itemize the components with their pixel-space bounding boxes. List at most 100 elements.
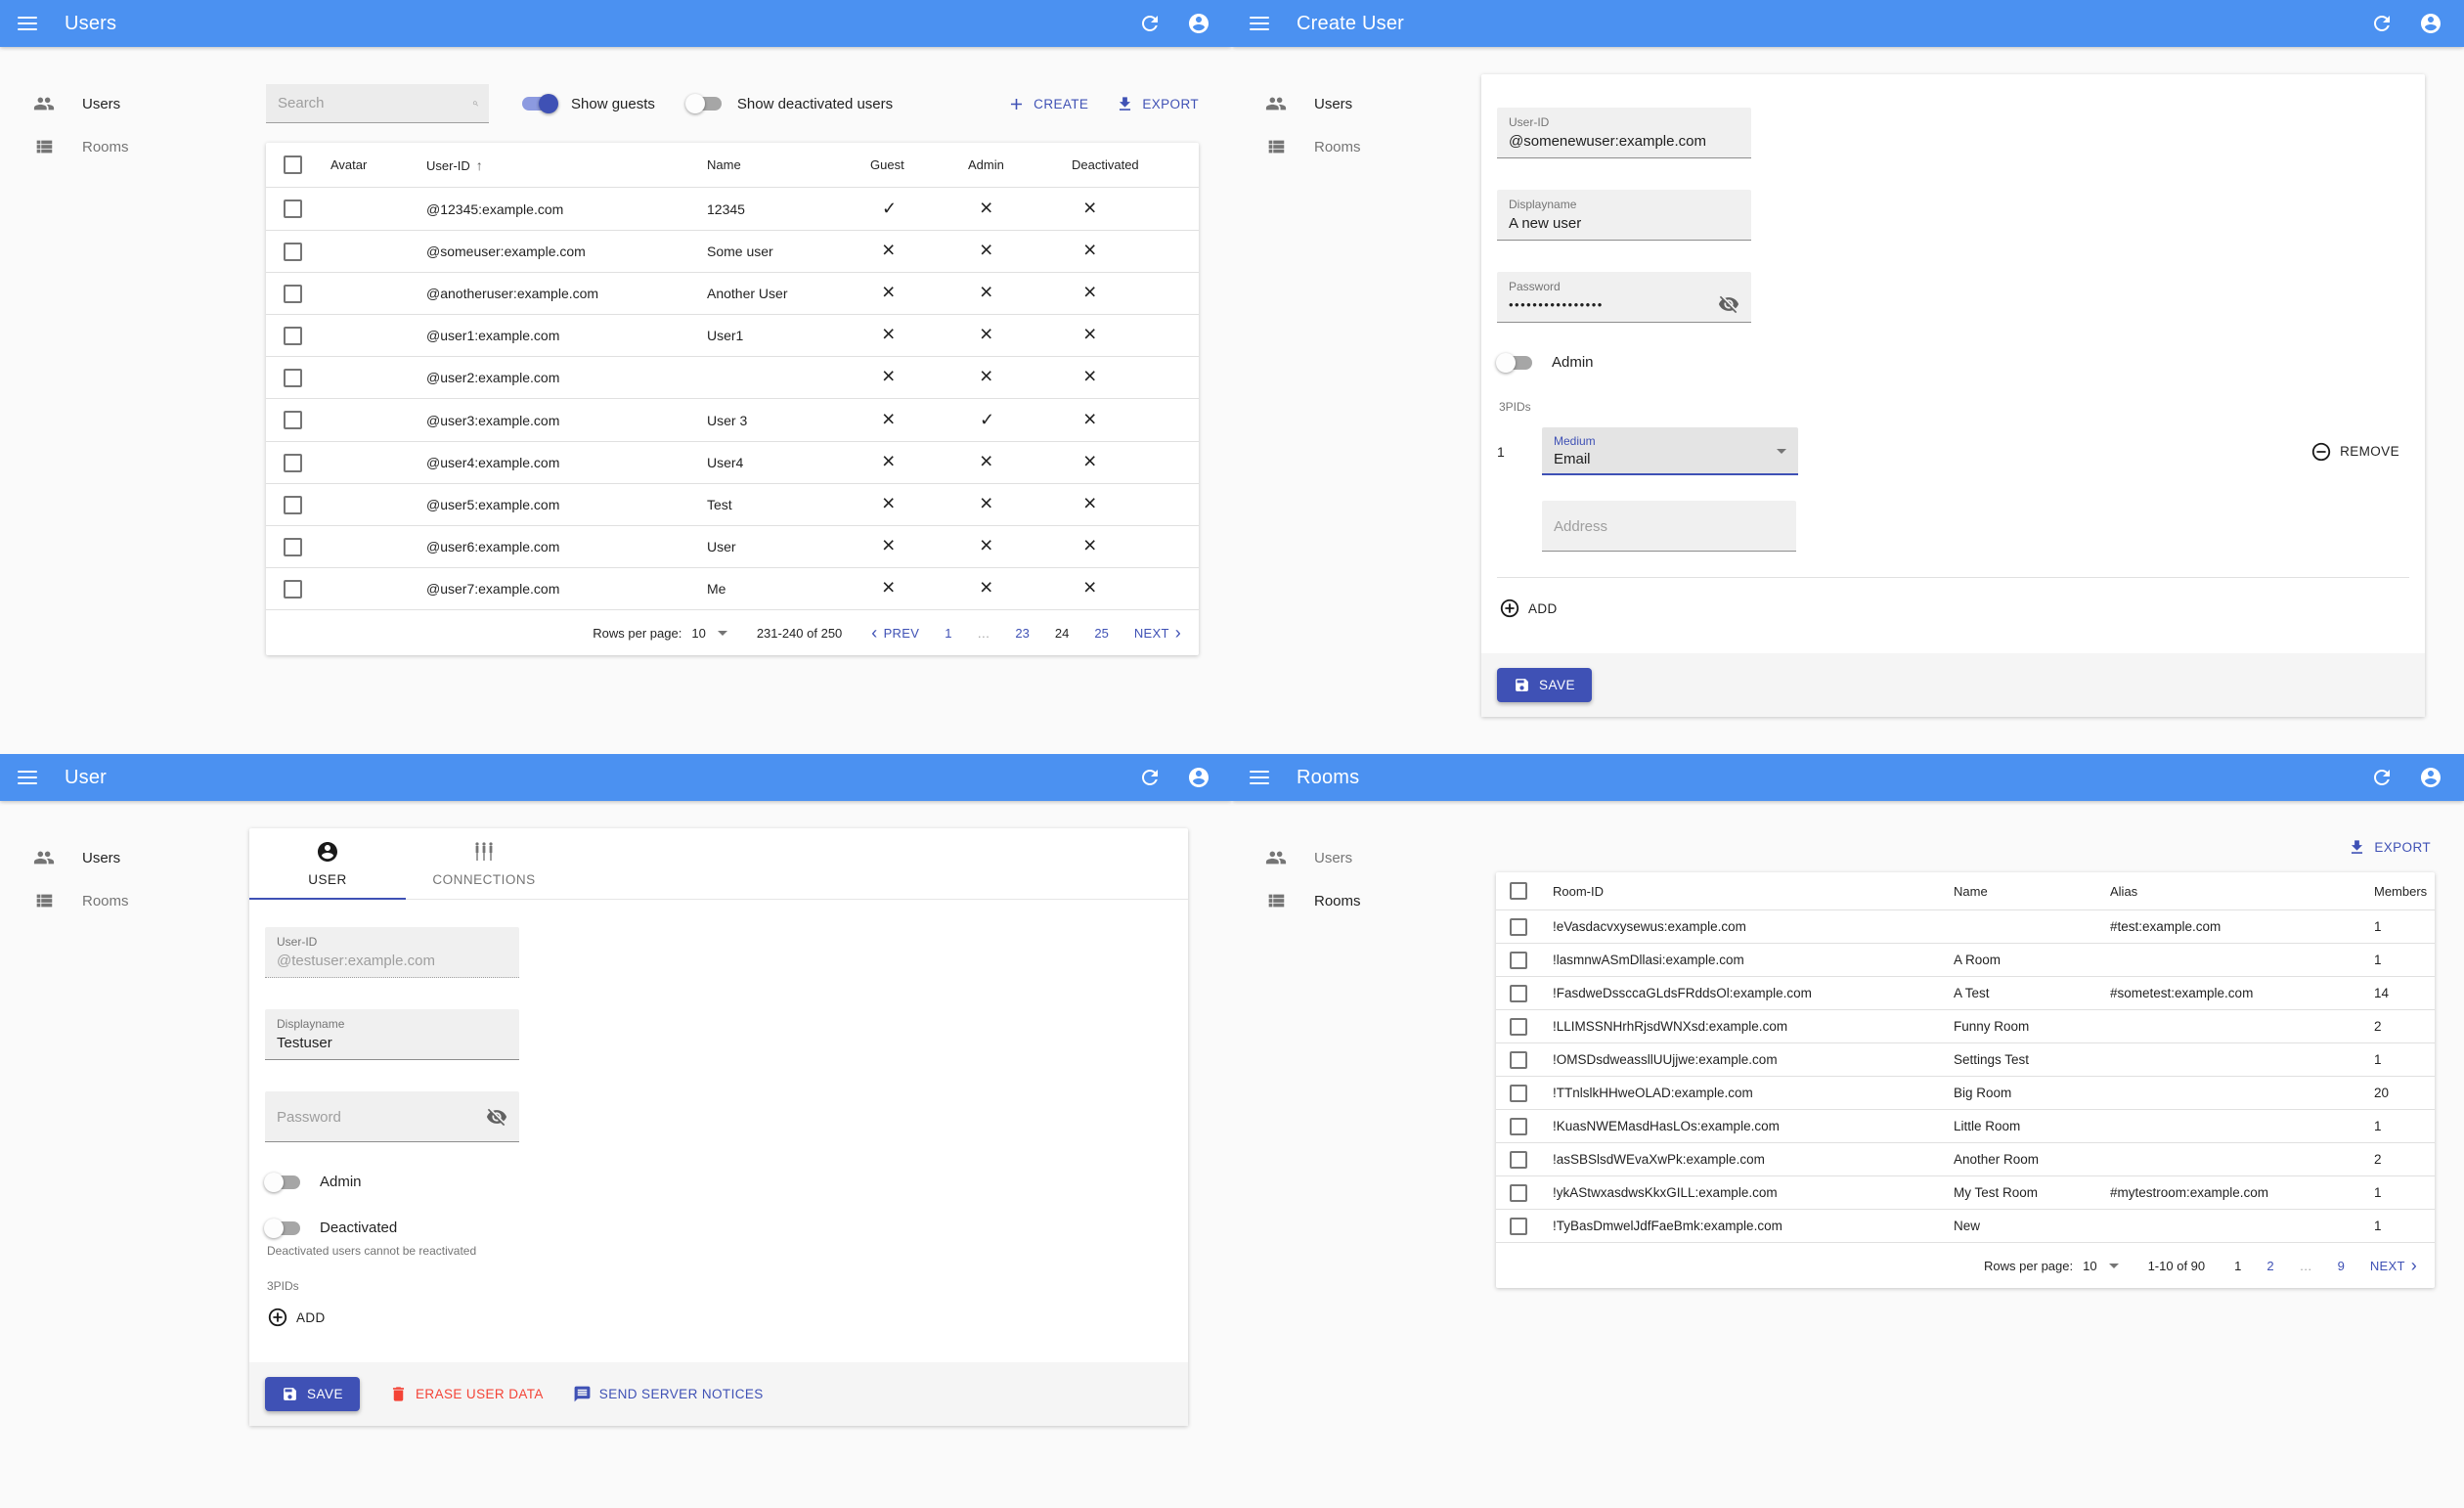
row-checkbox[interactable]: [284, 242, 302, 261]
send-server-notices-button[interactable]: SEND SERVER NOTICES: [573, 1385, 764, 1403]
row-checkbox[interactable]: [1510, 984, 1527, 1002]
add-threepid-button[interactable]: ADD: [1499, 598, 1558, 619]
show-guests-toggle[interactable]: [522, 94, 558, 113]
account-circle-icon[interactable]: [2419, 766, 2442, 789]
prev-button[interactable]: ‹ PREV: [871, 624, 919, 642]
row-checkbox[interactable]: [1510, 1017, 1527, 1036]
password-field[interactable]: Password ••••••••••••••••: [1497, 272, 1751, 323]
visibility-off-icon[interactable]: [486, 1106, 507, 1128]
table-row[interactable]: !ykAStwxasdwsKkxGILL:example.com My Test …: [1496, 1175, 2435, 1210]
visibility-off-icon[interactable]: [1718, 293, 1739, 315]
rows-per-page-select[interactable]: Rows per page: 10: [1984, 1259, 2119, 1273]
export-button[interactable]: EXPORT: [1116, 95, 1199, 113]
medium-select[interactable]: Medium Email: [1542, 427, 1798, 475]
refresh-icon[interactable]: [2370, 766, 2394, 789]
create-button[interactable]: CREATE: [1007, 95, 1088, 113]
row-checkbox[interactable]: [284, 537, 302, 556]
admin-toggle[interactable]: [264, 1172, 300, 1192]
table-row[interactable]: @12345:example.com 12345 ✓ × ×: [266, 187, 1199, 231]
tab-user[interactable]: USER: [249, 828, 406, 899]
row-checkbox[interactable]: [1510, 1150, 1527, 1169]
table-row[interactable]: !OMSDsdweassllUUjjwe:example.com Settings…: [1496, 1042, 2435, 1077]
table-row[interactable]: @user7:example.com Me × × ×: [266, 567, 1199, 610]
address-field[interactable]: Address: [1542, 501, 1796, 552]
refresh-icon[interactable]: [1138, 12, 1162, 35]
save-button[interactable]: SAVE: [1497, 668, 1593, 702]
sidebar-item-rooms[interactable]: Rooms: [0, 879, 235, 922]
hamburger-menu-icon[interactable]: [18, 771, 37, 784]
table-row[interactable]: !LLIMSSNHrhRjsdWNXsd:example.com Funny Ro…: [1496, 1009, 2435, 1043]
rows-per-page-select[interactable]: Rows per page: 10: [593, 626, 727, 641]
table-row[interactable]: !asSBSlsdWEvaXwPk:example.com Another Roo…: [1496, 1142, 2435, 1176]
select-all-checkbox[interactable]: [284, 155, 302, 174]
column-header-members[interactable]: Members: [2366, 872, 2435, 910]
column-header-guest[interactable]: Guest: [862, 143, 960, 188]
row-checkbox[interactable]: [1510, 1117, 1527, 1135]
column-header-name[interactable]: Name: [699, 143, 862, 188]
page-number[interactable]: 23: [1015, 626, 1029, 641]
hamburger-menu-icon[interactable]: [18, 17, 37, 30]
sidebar-item-rooms[interactable]: Rooms: [1232, 879, 1467, 922]
row-checkbox[interactable]: [284, 495, 302, 514]
table-row[interactable]: @user3:example.com User 3 × ✓ ×: [266, 398, 1199, 442]
next-button[interactable]: NEXT ›: [2370, 1257, 2417, 1274]
column-header-alias[interactable]: Alias: [2102, 872, 2366, 910]
page-number[interactable]: 9: [2338, 1259, 2345, 1273]
tab-connections[interactable]: CONNECTIONS: [406, 828, 562, 899]
next-button[interactable]: NEXT ›: [1134, 624, 1181, 642]
deactivated-toggle[interactable]: [264, 1218, 300, 1238]
table-row[interactable]: @user6:example.com User × × ×: [266, 525, 1199, 568]
sidebar-item-users[interactable]: Users: [0, 836, 235, 879]
sidebar-item-users[interactable]: Users: [0, 82, 235, 125]
page-number[interactable]: 2: [2266, 1259, 2273, 1273]
user-id-field[interactable]: User-ID @somenewuser:example.com: [1497, 108, 1751, 158]
table-row[interactable]: @user4:example.com User4 × × ×: [266, 441, 1199, 484]
save-button[interactable]: SAVE: [265, 1377, 361, 1411]
row-checkbox[interactable]: [1510, 917, 1527, 936]
search-input[interactable]: [278, 95, 472, 111]
row-checkbox[interactable]: [1510, 1084, 1527, 1102]
refresh-icon[interactable]: [2370, 12, 2394, 35]
column-header-name[interactable]: Name: [1946, 872, 2102, 910]
row-checkbox[interactable]: [284, 284, 302, 303]
account-circle-icon[interactable]: [2419, 12, 2442, 35]
hamburger-menu-icon[interactable]: [1250, 771, 1269, 784]
admin-toggle[interactable]: [1496, 352, 1532, 373]
account-circle-icon[interactable]: [1187, 766, 1210, 789]
table-row[interactable]: !lasmnwASmDllasi:example.com A Room 1: [1496, 943, 2435, 977]
displayname-field[interactable]: Displayname A new user: [1497, 190, 1751, 241]
row-checkbox[interactable]: [284, 453, 302, 472]
remove-threepid-button[interactable]: REMOVE: [2310, 441, 2399, 463]
sidebar-item-rooms[interactable]: Rooms: [1232, 125, 1467, 168]
displayname-field[interactable]: Displayname Testuser: [265, 1009, 519, 1060]
row-checkbox[interactable]: [284, 579, 302, 599]
row-checkbox[interactable]: [284, 200, 302, 218]
sidebar-item-rooms[interactable]: Rooms: [0, 125, 235, 168]
refresh-icon[interactable]: [1138, 766, 1162, 789]
row-checkbox[interactable]: [284, 411, 302, 429]
sidebar-item-users[interactable]: Users: [1232, 82, 1467, 125]
erase-user-data-button[interactable]: ERASE USER DATA: [389, 1385, 544, 1403]
page-number[interactable]: 25: [1094, 626, 1108, 641]
row-checkbox[interactable]: [1510, 1217, 1527, 1235]
row-checkbox[interactable]: [284, 368, 302, 387]
table-row[interactable]: !TTnlslkHHweOLAD:example.com Big Room 20: [1496, 1076, 2435, 1110]
table-row[interactable]: @anotheruser:example.com Another User × × ×: [266, 272, 1199, 315]
account-circle-icon[interactable]: [1187, 12, 1210, 35]
table-row[interactable]: !FasdweDssccaGLdsFRddsOl:example.com A Te…: [1496, 976, 2435, 1010]
table-row[interactable]: @user5:example.com Test × × ×: [266, 483, 1199, 526]
row-checkbox[interactable]: [284, 326, 302, 345]
table-row[interactable]: !TyBasDmwelJdfFaeBmk:example.com New 1: [1496, 1209, 2435, 1243]
export-button[interactable]: EXPORT: [2348, 838, 2431, 857]
table-row[interactable]: @user1:example.com User1 × × ×: [266, 314, 1199, 357]
row-checkbox[interactable]: [1510, 1050, 1527, 1069]
row-checkbox[interactable]: [1510, 951, 1527, 969]
column-header-user-id[interactable]: User-ID ↑: [418, 143, 699, 188]
hamburger-menu-icon[interactable]: [1250, 17, 1269, 30]
add-threepid-button[interactable]: ADD: [267, 1307, 326, 1328]
row-checkbox[interactable]: [1510, 1183, 1527, 1202]
select-all-checkbox[interactable]: [1510, 882, 1527, 900]
table-row[interactable]: !KuasNWEMasdHasLOs:example.com Little Roo…: [1496, 1109, 2435, 1143]
column-header-admin[interactable]: Admin: [960, 143, 1064, 188]
show-deactivated-toggle[interactable]: [684, 94, 722, 113]
